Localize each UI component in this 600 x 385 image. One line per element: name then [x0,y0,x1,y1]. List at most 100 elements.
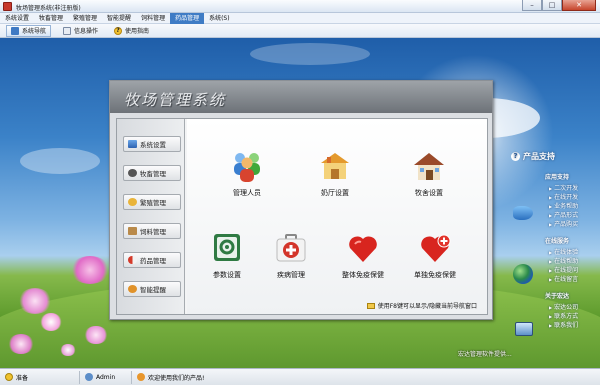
hint-text: 使用F8键可以显示/隐藏当前导航窗口 [377,303,477,310]
sidebar-item-medicine[interactable]: 药品管理 [123,252,181,268]
sidebar-item-livestock[interactable]: 牧畜管理 [123,165,181,181]
support-link[interactable]: 在线留言 [549,274,578,283]
function-parameters[interactable]: 参数设置 [195,231,259,280]
function-label: 单独免疫保健 [414,271,456,279]
keyboard-icon [366,302,375,309]
status-state: 准备 [0,370,80,384]
function-milk-hall[interactable]: 奶厅设置 [303,149,367,198]
support-link[interactable]: 在线开发 [549,192,578,201]
support-link[interactable]: 在线帮助 [549,256,578,265]
minimize-button[interactable]: – [522,0,542,11]
support-link[interactable]: 二次开发 [549,183,578,192]
flower [70,256,110,284]
sidebar-item-label: 牧畜管理 [140,170,166,178]
status-bar: 准备 Admin 欢迎使用我们的产品! [0,368,600,385]
function-group-immunity[interactable]: 整体免疫保健 [331,231,395,280]
module-sidebar: 系统设置 牧畜管理 繁殖管理 饲料管理 药品管理 智能提醒 [117,119,185,314]
support-link[interactable]: 在线体验 [549,247,578,256]
sidebar-item-label: 智能提醒 [140,286,166,294]
toolbar-label: 信息操作 [74,28,99,35]
function-label: 整体免疫保健 [342,271,384,279]
menu-bar: 系统设置 牧畜管理 繁殖管理 智能提醒 饲料管理 药品管理 系统(S) [0,12,600,24]
support-link[interactable]: 宏达公司 [549,302,578,311]
heart-icon [346,231,380,265]
support-link[interactable]: 产品形式 [549,210,578,219]
status-message: 欢迎使用我们的产品! [132,371,209,384]
sidebar-item-breeding[interactable]: 繁殖管理 [123,194,181,210]
barn-icon [412,149,446,183]
heart-plus-icon [418,231,452,265]
sidebar-item-label: 药品管理 [140,257,166,265]
cloud [20,148,100,174]
support-link[interactable]: 产品购买 [549,219,578,228]
function-managers[interactable]: 管理人员 [215,149,279,198]
app-icon [3,2,12,11]
users-icon [230,149,264,183]
function-label: 疾病管理 [277,271,305,279]
sidebar-item-reminders[interactable]: 智能提醒 [123,281,181,297]
menu-item-system[interactable]: 系统(S) [204,13,235,24]
user-icon [85,373,93,381]
panel-title: 牧场管理系统 [124,91,227,109]
settings-icon [210,231,244,265]
milk-hall-icon [318,149,352,183]
support-title: 产品支持 [523,152,555,161]
function-barn[interactable]: 牧舍设置 [397,149,461,198]
menu-item-reminders[interactable]: 智能提醒 [102,13,136,24]
support-section-title: 应用支持 [545,174,570,181]
sidebar-item-label: 繁殖管理 [140,199,166,207]
flower [18,288,52,314]
function-label: 管理人员 [233,189,261,197]
window-controls: – □ ✕ [522,0,596,11]
flower [60,344,76,356]
sidebar-item-label: 饲料管理 [140,228,166,236]
toolbar-label: 系统导航 [22,28,47,35]
toolbar: 系统导航 信息操作 ? 使用指南 [0,24,600,38]
menu-item-livestock[interactable]: 牧畜管理 [34,13,68,24]
toolbar-guide[interactable]: ? 使用指南 [110,25,153,37]
support-link[interactable]: 联系方式 [549,311,578,320]
toolbar-label: 使用指南 [125,28,150,35]
menu-item-system-settings[interactable]: 系统设置 [0,13,34,24]
desktop-background: 牧场管理系统 系统设置 牧畜管理 繁殖管理 饲料管理 药品管理 智能提醒 管理人… [0,38,600,368]
support-link[interactable]: 业务帮助 [549,201,578,210]
function-label: 参数设置 [213,271,241,279]
function-label: 牧舍设置 [415,189,443,197]
status-user-text: Admin [96,373,116,381]
toolbar-info-ops[interactable]: 信息操作 [59,25,102,37]
toolbar-system-nav[interactable]: 系统导航 [6,24,52,37]
sidebar-item-system-settings[interactable]: 系统设置 [123,136,181,152]
flower [8,334,34,354]
question-icon: ? [511,152,520,161]
medical-kit-icon [274,231,308,265]
info-icon [63,26,72,35]
function-disease[interactable]: 疾病管理 [259,231,323,280]
computer-icon [515,322,533,336]
nav-icon [11,26,19,35]
support-link[interactable]: 联系我们 [549,320,578,329]
cloud [250,43,370,65]
smile-icon [137,373,145,381]
support-header: ? 产品支持 [511,151,555,162]
support-section-title: 关于宏达 [545,293,570,300]
close-button[interactable]: ✕ [562,0,596,11]
globe-icon [513,264,533,284]
flower [84,326,108,344]
breeding-icon [128,198,137,206]
f8-hint: 使用F8键可以显示/隐藏当前导航窗口 [366,301,477,310]
cow-icon [128,169,137,177]
monitor-icon [128,140,137,148]
help-icon: ? [114,26,123,35]
support-link[interactable]: 在线提问 [549,265,578,274]
window-title: 牧场管理系统(非注册版) [16,5,81,12]
menu-item-feed[interactable]: 饲料管理 [136,13,170,24]
feed-icon [128,227,137,235]
support-footer: 宏达管理软件提供... [458,351,512,358]
menu-item-breeding[interactable]: 繁殖管理 [68,13,102,24]
function-single-immunity[interactable]: 单独免疫保健 [403,231,467,280]
menu-item-medicine[interactable]: 药品管理 [170,12,205,24]
navigation-panel: 牧场管理系统 系统设置 牧畜管理 繁殖管理 饲料管理 药品管理 智能提醒 管理人… [109,80,493,320]
status-message-text: 欢迎使用我们的产品! [148,374,205,382]
sidebar-item-feed[interactable]: 饲料管理 [123,223,181,239]
maximize-button[interactable]: □ [542,0,562,11]
